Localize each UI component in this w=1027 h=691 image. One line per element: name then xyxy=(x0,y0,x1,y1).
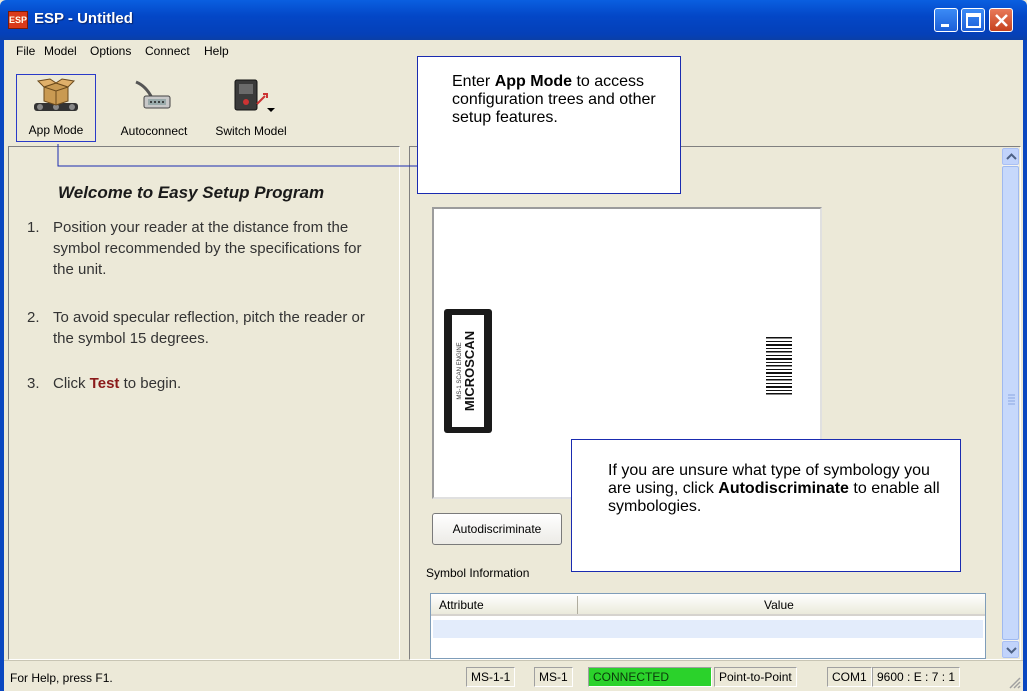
resize-grip-icon[interactable] xyxy=(1007,675,1021,689)
status-connection: CONNECTED xyxy=(588,667,712,687)
app-mode-callout-pre: Enter xyxy=(452,73,495,90)
autod-callout-bold: Autodiscriminate xyxy=(718,480,849,497)
app-mode-callout-bold: App Mode xyxy=(494,73,573,90)
app-mode-callout: Enter App Mode to access configuration t… xyxy=(417,56,681,194)
status-port: COM1 xyxy=(827,667,872,687)
status-help-text: For Help, press F1. xyxy=(10,671,113,685)
status-baud-settings: 9600 : E : 7 : 1 xyxy=(872,667,961,687)
status-model: MS-1 xyxy=(534,667,573,687)
status-protocol: Point-to-Point xyxy=(714,667,797,687)
status-bar: For Help, press F1. MS-1-1 MS-1 CONNECTE… xyxy=(4,660,1023,691)
status-model-id: MS-1-1 xyxy=(466,667,516,687)
autodiscriminate-callout: If you are unsure what type of symbology… xyxy=(571,439,961,572)
